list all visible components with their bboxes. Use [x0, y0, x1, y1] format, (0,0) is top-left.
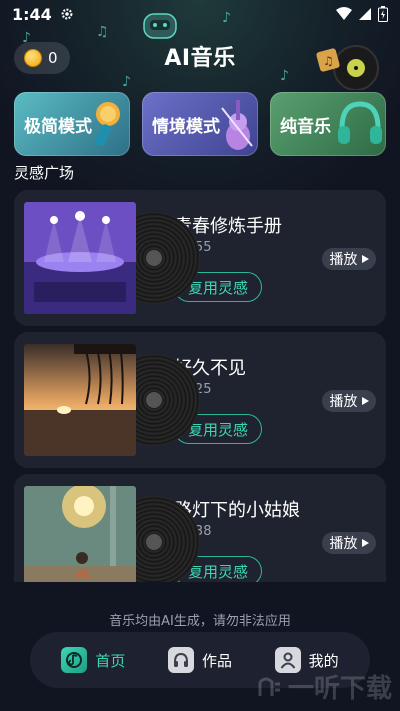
play-button[interactable]: 播放	[322, 390, 376, 412]
tab-home[interactable]: 首页	[61, 647, 125, 673]
tab-label: 作品	[201, 651, 232, 670]
robot-mascot-icon	[143, 13, 177, 39]
play-icon	[361, 397, 369, 405]
play-label: 播放	[329, 252, 358, 268]
watermark-logo-icon	[258, 677, 280, 696]
wifi-icon	[336, 7, 352, 20]
music-note-icon: ♫	[96, 24, 109, 40]
section-title: 灵感广场	[14, 164, 75, 182]
disclaimer-text: 音乐均由AI生成，请勿非法应用	[109, 614, 291, 629]
play-icon	[361, 539, 369, 547]
mode-label: 极简模式	[24, 116, 92, 137]
song-cover-image	[24, 486, 136, 582]
signal-icon	[359, 8, 371, 20]
headphones-icon	[167, 647, 194, 673]
mode-label: 情境模式	[152, 116, 220, 137]
mode-card-pure-music[interactable]: 纯音乐	[270, 92, 386, 156]
play-label: 播放	[329, 536, 358, 552]
status-icons	[336, 6, 388, 22]
song-cover-image	[24, 344, 136, 456]
song-card[interactable]: 好久不见 03:25 复用灵感 播放	[14, 332, 386, 468]
battery-icon	[378, 6, 388, 22]
mode-selector: 极简模式 情境模式 纯音乐	[14, 92, 386, 156]
mode-card-scene[interactable]: 情境模式	[142, 92, 258, 156]
violin-icon	[221, 100, 253, 150]
headphones-icon	[338, 101, 382, 144]
settings-gear-icon	[61, 8, 73, 20]
page-title: AI音乐	[164, 46, 236, 71]
song-card[interactable]: 路灯下的小姑娘 02:38 复用灵感 播放	[14, 474, 386, 582]
music-note-icon: ♪	[222, 10, 231, 26]
song-card[interactable]: 青春修炼手册 02:55 复用灵感 播放	[14, 190, 386, 326]
mode-label: 纯音乐	[280, 116, 331, 137]
watermark: 一听下载	[256, 668, 392, 705]
song-cover-image	[24, 202, 136, 314]
tab-works[interactable]: 作品	[167, 647, 232, 673]
watermark-text: 一听下载	[287, 674, 392, 704]
status-time: 1:44	[12, 4, 52, 24]
mode-card-minimal[interactable]: 极简模式	[14, 92, 130, 156]
status-bar: 1:44	[0, 0, 400, 28]
tab-label: 首页	[95, 651, 126, 670]
music-note-icon: ♪	[122, 74, 131, 90]
play-icon	[361, 255, 369, 263]
play-button[interactable]: 播放	[322, 248, 376, 270]
inspiration-list[interactable]: 青春修炼手册 02:55 复用灵感 播放	[14, 190, 386, 582]
play-label: 播放	[329, 394, 358, 410]
play-button[interactable]: 播放	[322, 532, 376, 554]
home-music-icon	[61, 647, 88, 673]
